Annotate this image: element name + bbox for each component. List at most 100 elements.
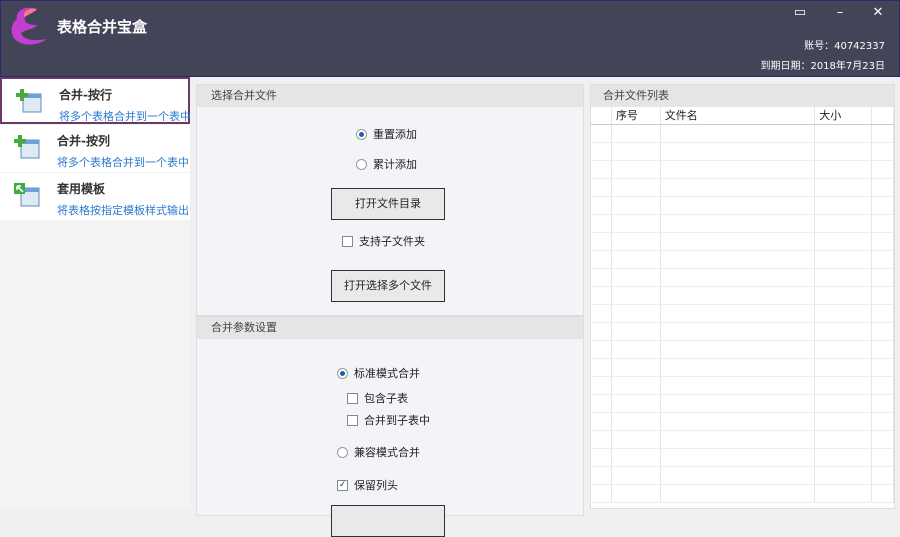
table-row xyxy=(591,377,894,395)
table-cell xyxy=(612,485,661,502)
table-cell xyxy=(661,413,816,430)
close-icon[interactable]: ✕ xyxy=(867,5,889,21)
table-cell xyxy=(815,485,873,502)
table-cell xyxy=(872,197,894,214)
radio-standard-mode[interactable]: 标准模式合并 xyxy=(337,365,420,381)
table-cell xyxy=(591,467,612,484)
sidebar-item-merge-columns[interactable]: 合并-按列 将多个表格合并到一个表中 xyxy=(0,125,190,172)
include-subsheets-checkbox[interactable]: 包含子表 xyxy=(347,390,408,406)
table-cell xyxy=(661,125,816,142)
table-cell xyxy=(872,359,894,376)
column-header-index[interactable]: 序号 xyxy=(612,107,661,124)
table-cell xyxy=(612,449,661,466)
radio-label: 标准模式合并 xyxy=(354,367,420,380)
nav-subtitle: 将多个表格合并到一个表中 xyxy=(57,156,189,169)
table-cell xyxy=(612,143,661,160)
table-cell xyxy=(872,305,894,322)
table-cell xyxy=(872,485,894,502)
sidebar-item-merge-rows[interactable]: 合并-按行 将多个表格合并到一个表中 xyxy=(0,77,191,124)
file-list-panel: 合并文件列表 序号 文件名 大小 xyxy=(590,84,895,509)
table-cell xyxy=(612,395,661,412)
expiry-date: 到期日期：2018年7月23日 xyxy=(760,61,885,72)
table-cell xyxy=(872,413,894,430)
open-files-button[interactable]: 打开选择多个文件 xyxy=(331,270,445,302)
checkbox-label: 保留列头 xyxy=(354,479,398,492)
table-row xyxy=(591,233,894,251)
table-cell xyxy=(815,359,873,376)
table-cell xyxy=(661,341,816,358)
minimize-icon[interactable]: – xyxy=(829,5,851,21)
file-list-table[interactable]: 序号 文件名 大小 xyxy=(591,107,894,503)
checkbox-label: 支持子文件夹 xyxy=(359,235,425,248)
open-directory-button[interactable]: 打开文件目录 xyxy=(331,188,445,220)
table-row xyxy=(591,413,894,431)
app-title: 表格合并宝盒 xyxy=(57,18,148,36)
table-cell xyxy=(661,395,816,412)
section-heading: 合并参数设置 xyxy=(197,317,583,339)
radio-icon xyxy=(337,367,348,379)
radio-reset-add[interactable]: 重置添加 xyxy=(356,126,417,142)
table-cell xyxy=(612,431,661,448)
checkbox-label: 包含子表 xyxy=(364,392,408,405)
table-cell xyxy=(872,179,894,196)
table-cell xyxy=(815,323,873,340)
table-row xyxy=(591,467,894,485)
table-cell xyxy=(661,431,816,448)
table-cell xyxy=(591,341,612,358)
table-cell xyxy=(872,341,894,358)
table-row xyxy=(591,359,894,377)
table-cell xyxy=(591,449,612,466)
table-cell xyxy=(612,197,661,214)
title-bar: 表格合并宝盒 ▭ – ✕ 账号：40742337 到期日期：2018年7月23日 xyxy=(0,0,900,77)
table-row xyxy=(591,449,894,467)
table-cell xyxy=(815,251,873,268)
table-cell xyxy=(872,431,894,448)
column-header-blank xyxy=(591,107,612,124)
table-cell xyxy=(872,251,894,268)
table-cell xyxy=(612,287,661,304)
table-cell xyxy=(815,413,873,430)
merge-to-subsheet-checkbox[interactable]: 合并到子表中 xyxy=(347,412,430,428)
table-cell xyxy=(661,197,816,214)
table-cell xyxy=(591,485,612,502)
nav-title: 合并-按行 xyxy=(59,88,112,102)
radio-icon xyxy=(337,446,348,458)
table-cell xyxy=(872,215,894,232)
table-row xyxy=(591,431,894,449)
include-subfolders-checkbox[interactable]: 支持子文件夹 xyxy=(342,233,425,249)
table-cell xyxy=(872,287,894,304)
column-header-filler xyxy=(872,107,894,124)
table-row xyxy=(591,485,894,503)
radio-label: 兼容模式合并 xyxy=(354,446,420,459)
table-cell xyxy=(612,179,661,196)
table-cell xyxy=(591,395,612,412)
keep-header-checkbox[interactable]: ✓ 保留列头 xyxy=(337,477,398,493)
table-cell xyxy=(591,323,612,340)
table-cell xyxy=(591,125,612,142)
radio-append-add[interactable]: 累计添加 xyxy=(356,156,417,172)
table-cell xyxy=(661,251,816,268)
table-cell xyxy=(661,305,816,322)
table-cell xyxy=(591,215,612,232)
table-cell xyxy=(591,143,612,160)
table-row xyxy=(591,215,894,233)
table-cell xyxy=(591,269,612,286)
merge-button[interactable] xyxy=(331,505,445,537)
radio-compatible-mode[interactable]: 兼容模式合并 xyxy=(337,444,420,460)
table-row xyxy=(591,161,894,179)
table-cell xyxy=(591,179,612,196)
sidebar-item-apply-template[interactable]: 套用模板 将表格按指定模板样式输出 xyxy=(0,173,190,220)
table-cell xyxy=(591,413,612,430)
table-cell xyxy=(612,359,661,376)
table-cell xyxy=(815,395,873,412)
column-header-filename[interactable]: 文件名 xyxy=(661,107,816,124)
table-cell xyxy=(612,269,661,286)
column-header-size[interactable]: 大小 xyxy=(815,107,873,124)
table-cell xyxy=(661,323,816,340)
table-cell xyxy=(591,287,612,304)
table-row xyxy=(591,269,894,287)
restore-icon[interactable]: ▭ xyxy=(789,5,811,21)
table-cell xyxy=(591,305,612,322)
radio-icon xyxy=(356,158,367,170)
table-cell xyxy=(872,161,894,178)
